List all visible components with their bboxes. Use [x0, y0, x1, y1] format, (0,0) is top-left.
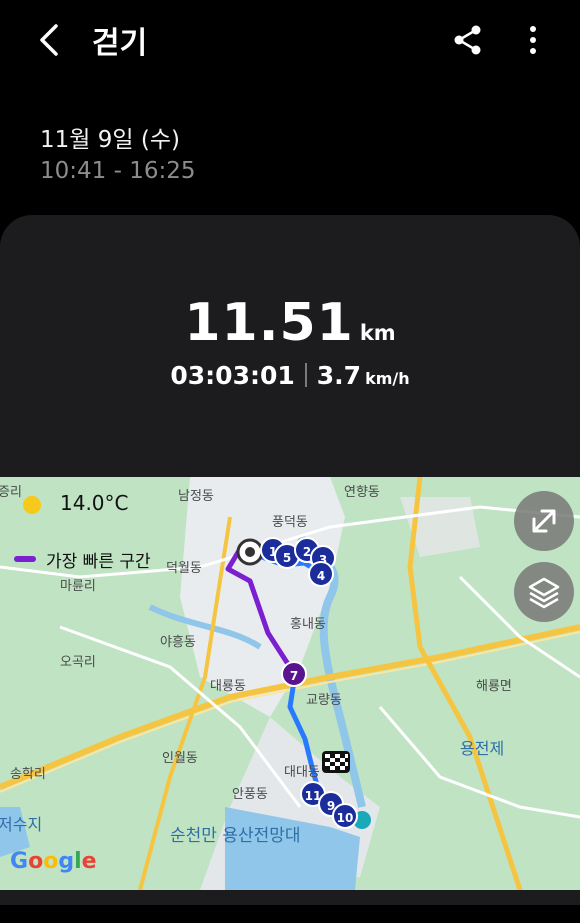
place-label: 송학리 [10, 767, 46, 782]
share-icon[interactable] [450, 22, 486, 58]
legend-label: 가장 빠른 구간 [46, 552, 151, 572]
distance-display: 11.51 km [0, 293, 580, 353]
place-label: 덕월동 [166, 561, 202, 576]
back-button[interactable] [30, 18, 70, 62]
more-vertical-icon[interactable] [516, 22, 550, 58]
place-label: 풍덕동 [272, 515, 308, 530]
place-label: 마륜리 [60, 579, 96, 594]
route-marker[interactable]: 7 [281, 661, 307, 687]
app-bar: 걷기 [0, 0, 580, 84]
duration-value: 03:03:01 [170, 361, 295, 390]
summary-card: 11.51 km 03:03:01 3.7 km/h 증리 남정동 연향동 풍덕… [0, 215, 580, 905]
place-label: 홍내동 [290, 617, 326, 632]
place-label: 인월동 [162, 751, 198, 766]
place-label: 해룡면 [476, 679, 512, 694]
workout-time-range: 10:41 - 16:25 [40, 158, 196, 184]
place-label: 연향동 [344, 485, 380, 500]
workout-date: 11월 9일 (수) [40, 127, 180, 153]
place-label: 저수지 [0, 815, 43, 834]
place-label: 남정동 [178, 489, 214, 504]
legend-swatch [14, 556, 36, 562]
poi-label: 순천만 용산전망대 [170, 826, 301, 846]
place-label: 대룡동 [210, 679, 246, 694]
stats-row: 03:03:01 3.7 km/h [0, 361, 580, 390]
place-label: 야흥동 [160, 635, 196, 650]
place-label: 교량동 [306, 693, 342, 708]
speed-unit: km/h [365, 369, 410, 388]
route-marker[interactable]: 10 [332, 803, 358, 829]
sun-icon [23, 496, 41, 514]
layers-icon [528, 577, 560, 609]
page-title: 걷기 [92, 26, 148, 61]
google-logo: Google [10, 849, 97, 874]
map-layers-button[interactable] [514, 562, 574, 622]
place-label: 증리 [0, 485, 22, 500]
expand-map-button[interactable] [514, 491, 574, 551]
expand-icon [532, 509, 556, 533]
temperature: 14.0°C [60, 491, 129, 515]
place-label: 안풍동 [232, 787, 268, 802]
distance-value: 11.51 [184, 293, 354, 353]
stats-divider [304, 363, 307, 387]
speed-value: 3.7 [316, 361, 362, 390]
route-map[interactable]: 증리 남정동 연향동 풍덕동 덕월동 마륜리 야흥동 홍내동 오곡리 대룡동 교… [0, 477, 580, 890]
route-marker[interactable]: 4 [308, 561, 334, 587]
place-label: 용전제 [460, 739, 505, 758]
distance-unit: km [359, 321, 396, 345]
place-label: 대대동 [284, 765, 320, 780]
place-label: 오곡리 [60, 655, 96, 670]
